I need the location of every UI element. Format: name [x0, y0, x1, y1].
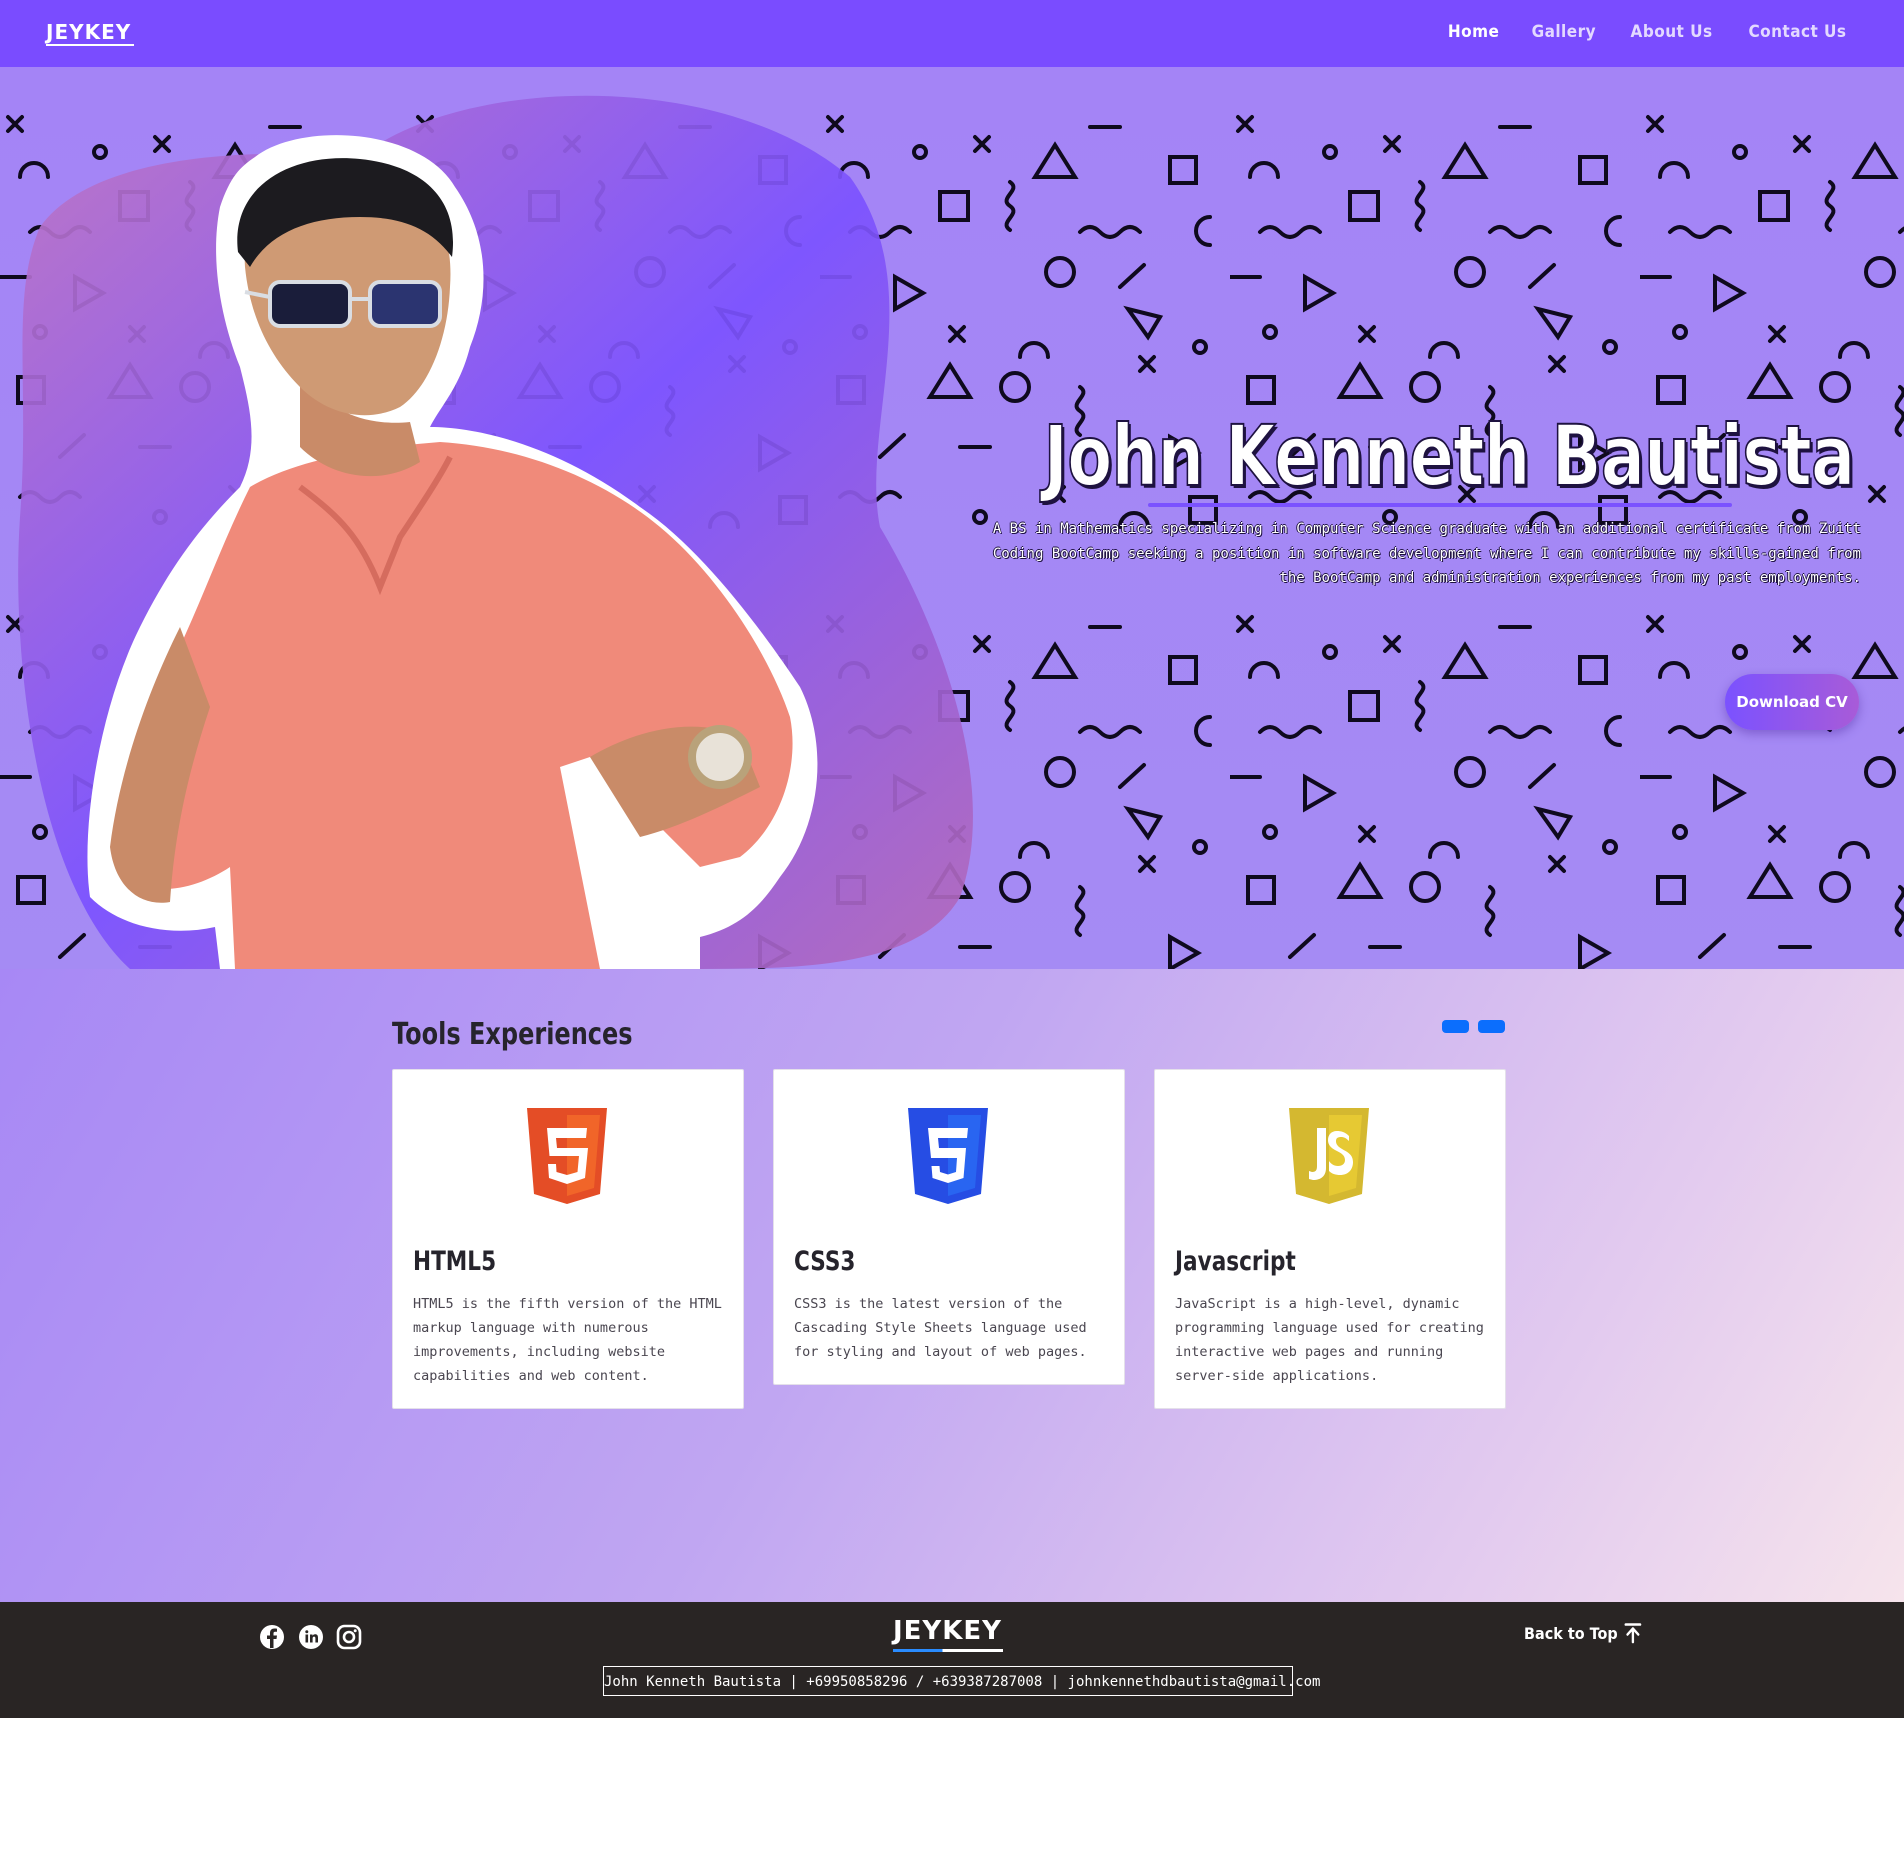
- html5-icon: [527, 1108, 607, 1204]
- hero-description: A BS in Mathematics specializing in Comp…: [992, 521, 1861, 586]
- linkedin-icon[interactable]: [298, 1624, 324, 1650]
- tool-card-javascript: Javascript JavaScript is a high-level, d…: [1154, 1069, 1506, 1409]
- tool-card-description: JavaScript is a high-level, dynamic prog…: [1175, 1296, 1484, 1384]
- tool-card-title: CSS3: [794, 1246, 856, 1277]
- nav-link-contact-us[interactable]: Contact Us: [1749, 22, 1847, 42]
- nav-link-about-us[interactable]: About Us: [1631, 22, 1713, 42]
- hero-section: John Kenneth Bautista A BS in Mathematic…: [0, 67, 1904, 969]
- carousel-indicator-1[interactable]: [1442, 1020, 1469, 1033]
- brand-logo[interactable]: JEYKEY: [46, 20, 131, 44]
- top-navbar: JEYKEY Home Gallery About Us Contact Us: [0, 0, 1904, 67]
- tool-card-description: HTML5 is the fifth version of the HTML m…: [413, 1296, 722, 1384]
- tool-card-html5: HTML5 HTML5 is the fifth version of the …: [392, 1069, 744, 1409]
- css3-icon: [908, 1108, 988, 1204]
- tools-experiences-section: Tools Experiences HTML5 HTML5 is the fif…: [0, 969, 1904, 1602]
- download-cv-button[interactable]: Download CV: [1725, 674, 1859, 730]
- tool-card-title: Javascript: [1175, 1246, 1296, 1277]
- hero-name-underline: [1148, 503, 1732, 507]
- brand-underline: [46, 44, 134, 46]
- profile-photo: [87, 135, 818, 969]
- footer-brand-underline: [893, 1649, 1003, 1652]
- back-to-top-label: Back to Top: [1524, 1623, 1618, 1643]
- hero-name-heading: John Kenneth Bautista: [1042, 406, 1855, 506]
- page-blank-area: [0, 1718, 1904, 1870]
- back-to-top-link[interactable]: Back to Top: [1524, 1622, 1643, 1644]
- tool-card-description: CSS3 is the latest version of the Cascad…: [794, 1296, 1087, 1360]
- page-footer: JEYKEY Back to Top John Kenneth Bautista…: [0, 1602, 1904, 1718]
- tool-card-title: HTML5: [413, 1246, 497, 1277]
- arrow-up-to-line-icon: [1624, 1623, 1642, 1644]
- nav-link-gallery[interactable]: Gallery: [1532, 22, 1596, 42]
- instagram-icon[interactable]: [336, 1624, 362, 1650]
- facebook-icon[interactable]: [259, 1624, 285, 1650]
- footer-brand-logo[interactable]: JEYKEY: [893, 1616, 1002, 1646]
- tools-section-title: Tools Experiences: [392, 1017, 633, 1052]
- nav-links: Home Gallery About Us Contact Us: [1445, 22, 1852, 42]
- nav-link-home[interactable]: Home: [1448, 22, 1499, 42]
- tool-card-css3: CSS3 CSS3 is the latest version of the C…: [773, 1069, 1125, 1385]
- carousel-indicator-2[interactable]: [1478, 1020, 1505, 1033]
- brand-logo-text: JEYKEY: [46, 20, 132, 44]
- javascript-icon: [1289, 1108, 1369, 1204]
- contact-info: John Kenneth Bautista | +69950858296 / +…: [603, 1666, 1320, 1696]
